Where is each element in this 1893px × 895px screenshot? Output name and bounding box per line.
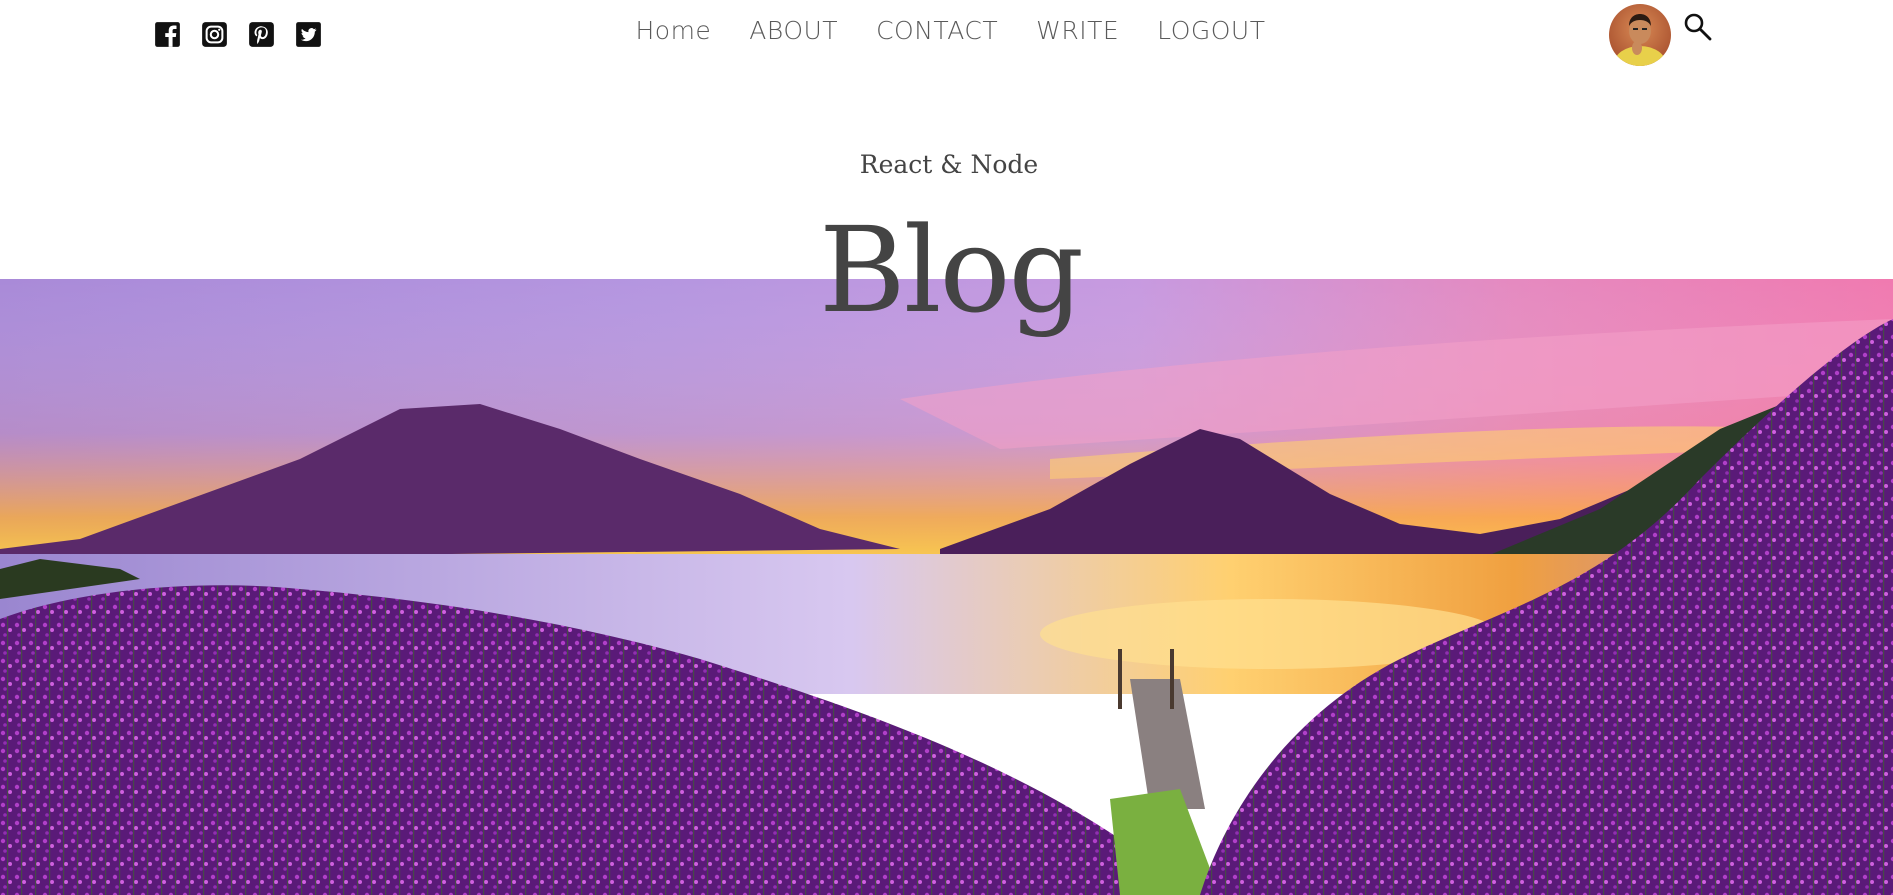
nav-about[interactable]: ABOUT xyxy=(749,16,838,45)
nav-write[interactable]: WRITE xyxy=(1036,16,1119,45)
avatar[interactable] xyxy=(1609,4,1671,66)
nav-contact[interactable]: CONTACT xyxy=(876,16,998,45)
nav-home[interactable]: Home xyxy=(635,16,711,45)
search-icon[interactable] xyxy=(1683,12,1713,42)
nav-logout[interactable]: LOGOUT xyxy=(1157,16,1265,45)
header-image xyxy=(0,279,1893,895)
top-bar: Home ABOUT CONTACT WRITE LOGOUT xyxy=(0,0,1893,70)
header-subtitle: React & Node xyxy=(859,150,1039,179)
